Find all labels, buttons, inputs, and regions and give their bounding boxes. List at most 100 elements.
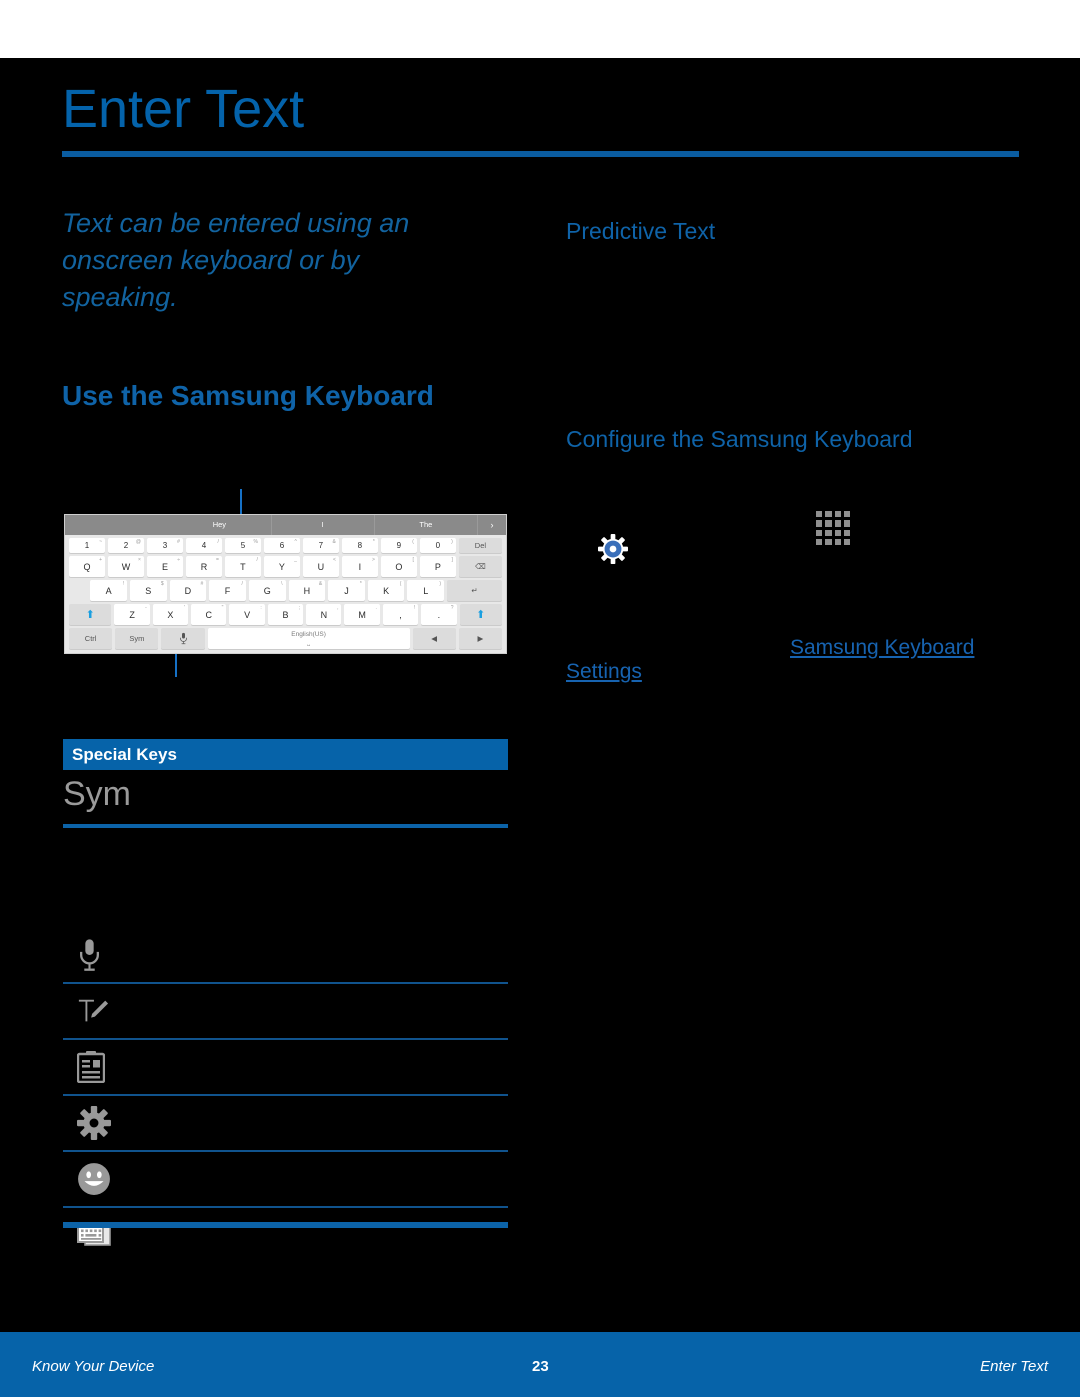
key-y[interactable]: Y _ bbox=[263, 556, 300, 577]
callout-line-top bbox=[240, 489, 242, 515]
key-3[interactable]: 3 # bbox=[146, 538, 183, 553]
key-label: 3 bbox=[162, 541, 168, 550]
key-alt: / bbox=[256, 557, 258, 563]
suggestion-2[interactable]: I bbox=[272, 515, 375, 535]
suggestion-3[interactable]: The bbox=[375, 515, 478, 535]
key-label: 0 bbox=[435, 541, 441, 550]
table-row bbox=[63, 1096, 508, 1152]
predictive-suggestion-bar: Hey I The › bbox=[65, 515, 506, 535]
key-l[interactable]: L) bbox=[407, 580, 445, 601]
key-arrow-left[interactable]: ◀ bbox=[412, 628, 456, 649]
key-x[interactable]: X ' bbox=[152, 604, 189, 625]
key-comma[interactable]: ,! bbox=[382, 604, 419, 625]
space-language-label: English(US) bbox=[291, 630, 326, 638]
key-label: 8 bbox=[357, 541, 363, 550]
key-z[interactable]: Z- bbox=[114, 604, 150, 625]
microphone-icon[interactable] bbox=[161, 628, 205, 649]
footer-page-number: 23 bbox=[532, 1358, 549, 1375]
key-k[interactable]: K( bbox=[367, 580, 405, 601]
special-keys-table-header: Special Keys bbox=[63, 739, 508, 770]
key-label: U bbox=[317, 561, 325, 572]
key-shift-left[interactable]: ⬆ bbox=[69, 604, 112, 625]
heading-use-samsung-keyboard: Use the Samsung Keyboard bbox=[62, 380, 434, 411]
key-6[interactable]: 6 ^ bbox=[263, 538, 300, 553]
callout-line-bottom bbox=[175, 651, 177, 677]
link-settings[interactable]: Settings bbox=[566, 660, 642, 684]
key-shift-right[interactable]: ⬆ bbox=[459, 604, 502, 625]
key-4[interactable]: 4/ bbox=[185, 538, 222, 553]
key-label: B bbox=[282, 609, 289, 620]
key-alt: & bbox=[318, 581, 323, 587]
key-0[interactable]: 0) bbox=[419, 538, 456, 553]
key-8[interactable]: 8 * bbox=[341, 538, 378, 553]
key-ctrl[interactable]: Ctrl bbox=[69, 628, 113, 649]
key-g[interactable]: G \ bbox=[248, 580, 286, 601]
key-alt: # bbox=[200, 581, 204, 587]
gear-icon bbox=[598, 534, 628, 564]
key-alt: % bbox=[253, 539, 258, 545]
link-samsung-keyboard[interactable]: Samsung Keyboard bbox=[790, 636, 974, 660]
key-alt: : bbox=[260, 605, 262, 611]
key-t[interactable]: T / bbox=[224, 556, 261, 577]
key-c[interactable]: C " bbox=[191, 604, 227, 625]
special-keys-sym-label: Sym bbox=[63, 775, 131, 813]
key-label: N bbox=[320, 609, 328, 620]
key-s[interactable]: S $ bbox=[129, 580, 167, 601]
key-label: 5 bbox=[240, 541, 246, 550]
key-alt: ) bbox=[451, 539, 453, 545]
key-1[interactable]: 1 ~ bbox=[69, 538, 105, 553]
key-sym[interactable]: Sym bbox=[115, 628, 159, 649]
key-d[interactable]: D # bbox=[169, 580, 207, 601]
key-alt: @ bbox=[135, 539, 141, 545]
key-label: G bbox=[263, 585, 271, 596]
heading-predictive-text: Predictive Text bbox=[566, 218, 716, 244]
key-p[interactable]: P] bbox=[419, 556, 456, 577]
key-o[interactable]: O[ bbox=[380, 556, 417, 577]
key-alt: < bbox=[332, 557, 336, 563]
key-h[interactable]: H & bbox=[288, 580, 326, 601]
key-period[interactable]: .? bbox=[421, 604, 457, 625]
key-m[interactable]: M. bbox=[344, 604, 380, 625]
key-a[interactable]: A! bbox=[90, 580, 127, 601]
space-underline-glyph: ⎵ bbox=[307, 638, 310, 646]
apps-grid-cell bbox=[825, 520, 832, 527]
key-alt: ( bbox=[399, 581, 402, 587]
key-r[interactable]: R = bbox=[185, 556, 222, 577]
key-label: L bbox=[423, 585, 429, 596]
key-alt: * bbox=[359, 581, 362, 587]
key-b[interactable]: B; bbox=[267, 604, 304, 625]
key-alt: [ bbox=[412, 557, 414, 563]
keyboard-row-home: A! S $ D # F / G \ H & J * K( L) ↵ bbox=[69, 580, 503, 601]
key-arrow-right[interactable]: ▶ bbox=[458, 628, 502, 649]
page-footer: Know Your Device 23 Enter Text bbox=[0, 1332, 1080, 1397]
gear-icon bbox=[77, 1106, 111, 1140]
key-e[interactable]: E ÷ bbox=[146, 556, 183, 577]
apps-grid-cell bbox=[816, 520, 823, 527]
key-u[interactable]: U < bbox=[302, 556, 339, 577]
key-alt: ^ bbox=[294, 539, 297, 545]
key-label: F bbox=[224, 585, 231, 596]
key-w[interactable]: W × bbox=[107, 556, 144, 577]
suggestion-1[interactable]: Hey bbox=[168, 515, 272, 535]
key-space[interactable]: English(US) ⎵ bbox=[207, 628, 410, 649]
key-5[interactable]: 5% bbox=[224, 538, 261, 553]
table-row bbox=[63, 1040, 508, 1096]
key-v[interactable]: V: bbox=[229, 604, 265, 625]
key-enter[interactable]: ↵ bbox=[447, 580, 503, 601]
footer-section-label: Know Your Device bbox=[32, 1358, 155, 1375]
apps-grid-cell bbox=[834, 529, 841, 536]
suggestion-expand-arrow[interactable]: › bbox=[478, 520, 506, 530]
key-2[interactable]: 2 @ bbox=[107, 538, 144, 553]
key-7[interactable]: 7 & bbox=[302, 538, 339, 553]
key-backspace[interactable]: ⌫ bbox=[458, 556, 503, 577]
key-9[interactable]: 9( bbox=[380, 538, 417, 553]
key-alt: / bbox=[217, 539, 219, 545]
key-i[interactable]: I > bbox=[341, 556, 378, 577]
key-label: X bbox=[167, 609, 174, 620]
key-q[interactable]: Q + bbox=[69, 556, 105, 577]
key-j[interactable]: J * bbox=[328, 580, 365, 601]
key-delete[interactable]: Del bbox=[458, 538, 503, 553]
key-f[interactable]: F / bbox=[209, 580, 246, 601]
key-n[interactable]: N, bbox=[306, 604, 342, 625]
left-column: Text can be entered using an onscreen ke… bbox=[62, 205, 514, 316]
